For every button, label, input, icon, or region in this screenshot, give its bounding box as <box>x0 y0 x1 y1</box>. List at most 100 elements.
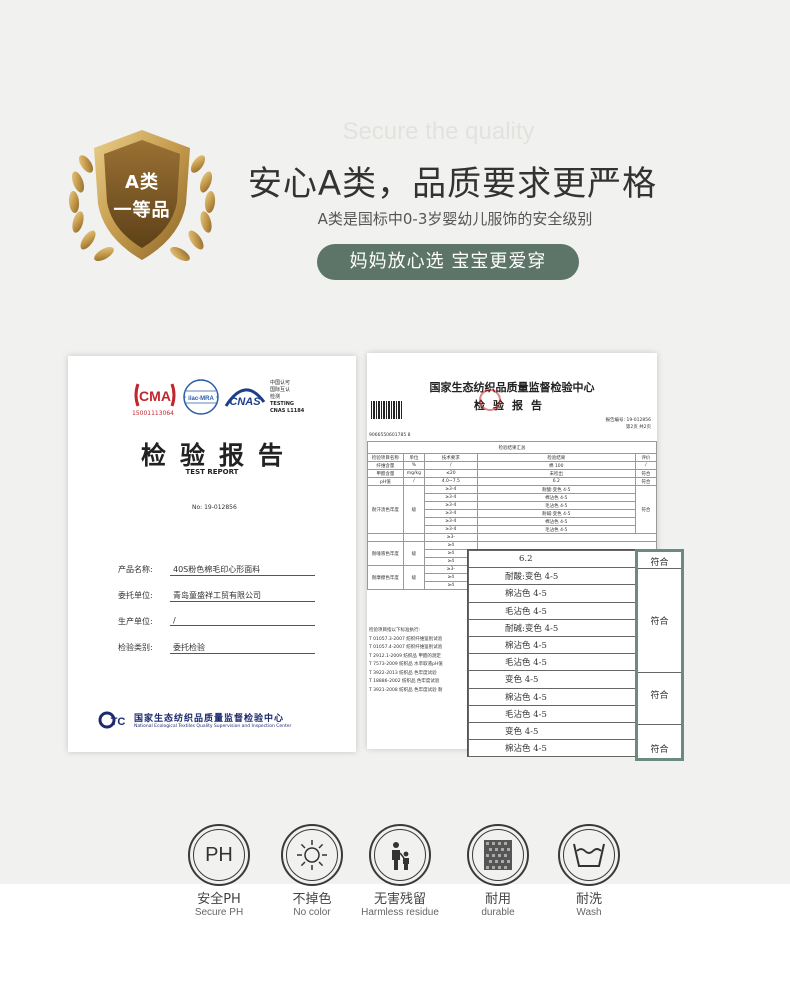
ph-icon-text: PH <box>205 843 233 866</box>
feature-subtitle: Wash <box>576 907 602 918</box>
badge-line-1: A类 <box>125 172 159 193</box>
table-cell: 棉沾色 4-5 <box>468 635 636 655</box>
standard-line: T 2912.1-2009 纺织品 甲醛的测定 <box>369 653 441 659</box>
table-header: 检验结果 <box>476 453 636 462</box>
wash-icon <box>563 829 615 881</box>
cma-number: 15001113064 <box>132 410 174 417</box>
report-number: No: 19-012856 <box>192 504 237 511</box>
page-subtitle: A类是国标中0-3岁婴幼儿服饰的安全级别 <box>317 210 593 228</box>
field-client: 委托单位: 青岛童盛祥工贸有限公司 <box>118 590 315 602</box>
feature-subtitle: Harmless residue <box>361 907 439 918</box>
field-manufacturer: 生产单位: / <box>118 616 315 627</box>
title-english: Secure the quality <box>342 118 535 145</box>
table-cell: 毛沾色 4-5 <box>468 653 636 672</box>
accreditation-logos: CMA 15001113064 ilac-MRA CNAS 中国认可 国际互认 … <box>132 378 332 420</box>
table-row: 棉沾色 4-5 <box>468 739 636 758</box>
standard-line: T 01057.3-2007 纺织纤维鉴别试验 <box>369 636 443 642</box>
table-cell: 耐摩擦色牢度 <box>367 565 404 590</box>
table-cell: ≥3-4 <box>423 517 478 526</box>
feature-subtitle: Secure PH <box>194 907 244 918</box>
table-cell: ≥3-4 <box>423 509 478 518</box>
field-inspection-type: 检验类别: 委托检验 <box>118 642 315 654</box>
table-cell: / <box>423 461 478 470</box>
table-cell: / <box>402 477 425 486</box>
table-cell: 级 <box>402 565 425 590</box>
table-row: 检验结果汇总 <box>367 441 657 454</box>
sun-icon <box>286 829 338 881</box>
table-cell: % <box>402 461 425 470</box>
badge-line-2: 一等品 <box>113 200 171 221</box>
results-serial: 9066550601785 8 <box>369 433 411 438</box>
table-cell: 耐碱:变色 4-5 <box>476 509 636 518</box>
feature-subtitle: No color <box>293 907 331 918</box>
results-report-number: 报告编号: 19-012856 <box>605 418 651 423</box>
result-pass: 符合 <box>650 617 669 627</box>
table-row: 甲醛含量 mg/kg ≤20 未检出 符合 <box>367 469 657 478</box>
table-row: 耐汗渍色牢度 级 ≥3-4 耐酸:变色 4-5 符合 <box>367 485 657 534</box>
table-row: 6.2 <box>468 549 636 569</box>
page-title: 安心A类，品质要求更严格 <box>247 164 658 204</box>
table-row: ≥3- <box>367 533 657 542</box>
table-cell <box>402 533 425 542</box>
table-cell: 检验结果汇总 <box>367 441 657 454</box>
table-cell: 棉 100 <box>476 461 636 470</box>
test-report-cover: CMA 15001113064 ilac-MRA CNAS 中国认可 国际互认 … <box>68 356 356 752</box>
issuer-name-english: National Ecological Textiles Quality Sup… <box>134 724 292 729</box>
table-row: 耐碱:变色 4-5 <box>468 618 636 637</box>
table-cell: 甲醛含量 <box>367 469 404 478</box>
table-cell: 棉沾色 4-5 <box>476 517 636 526</box>
zoomed-results-table: 6.2 耐酸:变色 4-5 棉沾色 4-5 毛沾色 4-5 耐碱:变色 4-5 … <box>468 549 636 758</box>
zoomed-results: 6.2 耐酸:变色 4-5 棉沾色 4-5 毛沾色 4-5 耐碱:变色 4-5 … <box>467 549 641 758</box>
feature-wash: 耐洗 Wash <box>549 824 629 918</box>
table-row: 毛沾色 4-5 <box>468 653 636 672</box>
table-row: 毛沾色 4-5 <box>468 601 636 620</box>
table-cell: 变色 4-5 <box>468 670 636 689</box>
row-divider <box>638 672 681 673</box>
table-cell: 级 <box>402 485 425 534</box>
field-label: 委托单位: <box>118 591 153 600</box>
table-row: 变色 4-5 <box>468 670 636 689</box>
table-cell: ≥3-4 <box>423 501 478 510</box>
standard-line: T 01057.4-2007 纺织纤维鉴别试验 <box>369 645 443 650</box>
table-cell: 棉沾色 4-5 <box>468 739 636 758</box>
table-cell: ≥3-4 <box>423 525 478 534</box>
table-cell: ≤20 <box>423 469 478 478</box>
table-cell: 符合 <box>634 485 657 534</box>
table-cell: 纤维含量 <box>367 461 404 470</box>
standard-line: T 7573-2009 纺织品 水萃取液pH值 <box>369 662 443 667</box>
feature-title: 不掉色 <box>292 892 332 907</box>
feature-title: 无害残留 <box>373 892 426 907</box>
table-cell: 符合 <box>634 477 657 486</box>
red-seal-icon <box>479 389 501 411</box>
standards-list: 检验项目指以下标准执行: T 01057.3-2007 纺织纤维鉴别试验 T 0… <box>369 627 443 695</box>
svg-text:CNAS: CNAS <box>229 396 261 408</box>
feature-no-color: 不掉色 No color <box>272 824 352 918</box>
table-cell: 变色 4-5 <box>468 721 636 741</box>
table-cell: 棉沾色 4-5 <box>468 687 636 706</box>
table-row: 变色 4-5 <box>468 721 636 741</box>
feature-circle: PH <box>188 824 250 886</box>
ph-icon: PH <box>193 829 245 881</box>
result-highlight-frame: 符合 符合 符合 符合 <box>635 549 684 761</box>
feature-circle <box>467 824 529 886</box>
table-cell: 级 <box>402 541 425 566</box>
table-cell: 耐酸:变色 4-5 <box>476 485 636 494</box>
feature-circle <box>281 824 343 886</box>
feature-durable: 耐用 durable <box>458 824 538 918</box>
feature-harmless: 无害残留 Harmless residue <box>360 824 440 918</box>
family-icon <box>374 829 426 881</box>
feature-title: 耐洗 <box>575 892 602 907</box>
table-row: 棉沾色 4-5 <box>468 584 636 603</box>
table-cell: 耐酸:变色 4-5 <box>468 567 636 586</box>
fabric-icon <box>472 829 524 881</box>
table-cell: 毛沾色 4-5 <box>476 525 636 534</box>
field-label: 产品名称: <box>118 565 153 574</box>
results-title: 检验报告 <box>474 399 550 412</box>
standard-line: T 3921-2008 纺织品 色牢度试验 耐 <box>369 687 443 693</box>
table-row: 毛沾色 4-5 <box>468 704 636 723</box>
cnas-logo-icon: CNAS <box>224 388 266 408</box>
field-label: 检验类别: <box>118 643 153 652</box>
cnas-caption-line: 中国认可 <box>270 380 291 386</box>
table-cell: 棉沾色 4-5 <box>476 493 636 502</box>
cnas-caption-line: 检测 <box>270 394 281 400</box>
